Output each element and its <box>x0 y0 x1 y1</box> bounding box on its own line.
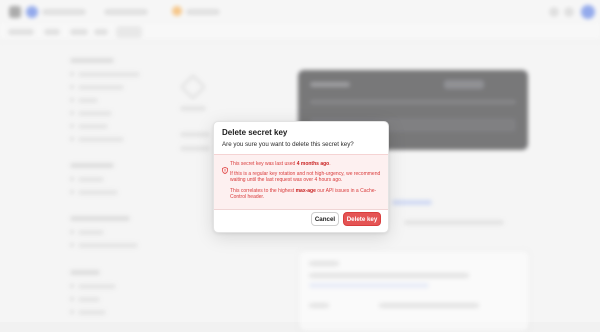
warning-max-age-note: This correlates to the highest max-age o… <box>230 188 382 200</box>
dialog-header: Delete secret key Are you sure you want … <box>214 122 388 154</box>
shield-alert-icon <box>222 161 228 175</box>
cancel-button[interactable]: Cancel <box>311 212 339 226</box>
dialog-footer: Cancel Delete key <box>214 209 388 232</box>
dialog-title: Delete secret key <box>222 128 288 137</box>
dialog-subtitle: Are you sure you want to delete this sec… <box>222 141 354 148</box>
warning-recommendation: If this is a regular key rotation and no… <box>230 171 381 184</box>
warning-last-used-value: 4 months ago <box>296 161 330 167</box>
warning-box: This secret key was last used 4 months a… <box>214 154 388 210</box>
warning-max-age-term: max-age <box>295 188 316 194</box>
delete-secret-key-dialog: Delete secret key Are you sure you want … <box>213 121 389 233</box>
delete-key-button[interactable]: Delete key <box>343 212 381 226</box>
warning-last-used: This secret key was last used 4 months a… <box>230 161 382 167</box>
warning-last-used-suffix: . <box>329 161 331 167</box>
warning-last-used-prefix: This secret key was last used <box>230 161 297 167</box>
warning-max-age-prefix: This correlates to the highest <box>230 188 296 194</box>
